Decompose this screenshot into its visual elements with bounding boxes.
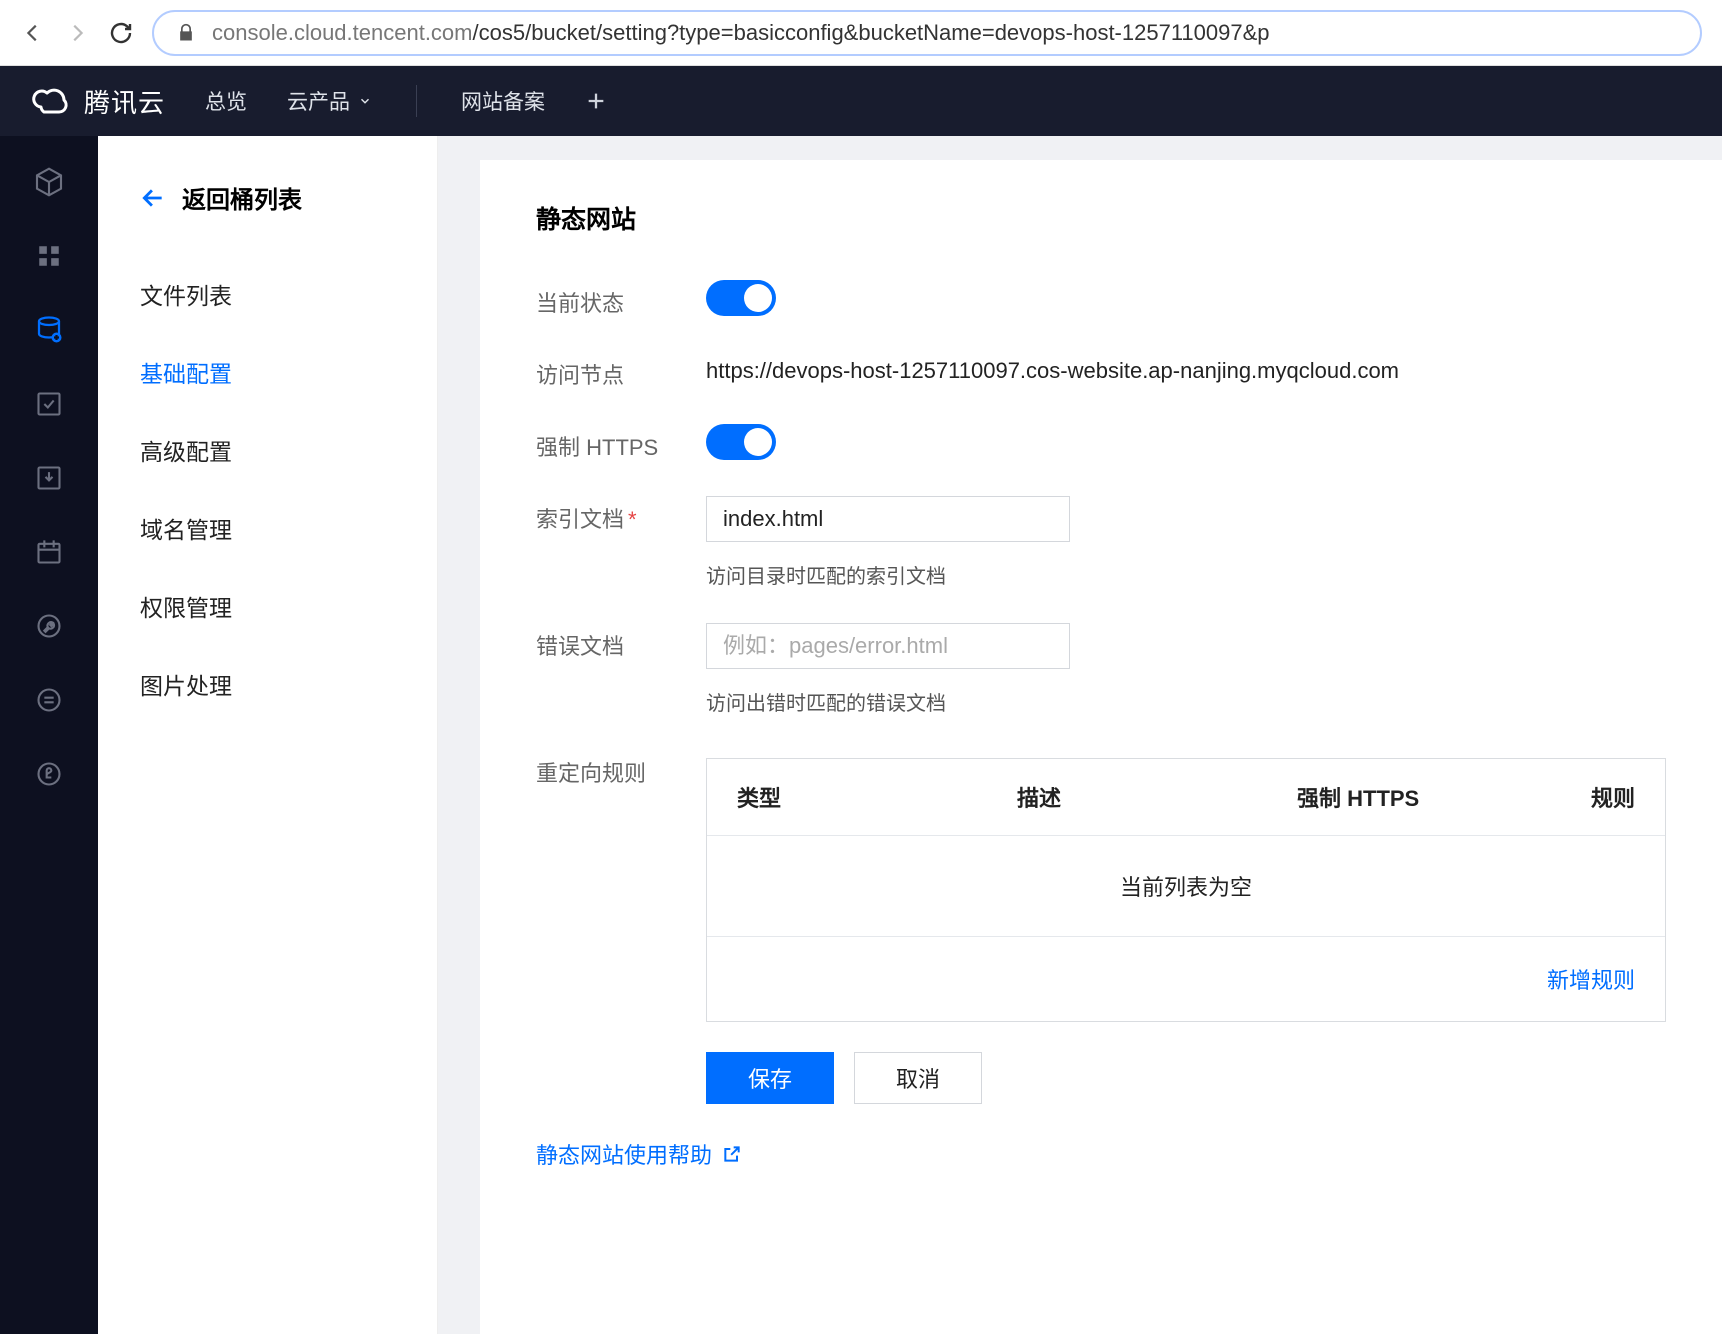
add-shortcut-button[interactable] — [585, 90, 607, 112]
sidebar-item-permissions[interactable]: 权限管理 — [98, 567, 437, 645]
arrow-left-icon — [140, 185, 166, 211]
nav-filing[interactable]: 网站备案 — [461, 86, 545, 116]
back-label: 返回桶列表 — [182, 180, 302, 215]
nav-products[interactable]: 云产品 — [287, 86, 372, 116]
sidebar-item-files[interactable]: 文件列表 — [98, 255, 437, 333]
table-empty-text: 当前列表为空 — [707, 836, 1665, 937]
save-button[interactable]: 保存 — [706, 1052, 834, 1104]
table-header: 类型 描述 强制 HTTPS 规则 — [707, 759, 1665, 836]
browser-address-bar[interactable]: console.cloud.tencent.com/cos5/bucket/se… — [152, 10, 1702, 56]
back-to-buckets[interactable]: 返回桶列表 — [98, 180, 437, 255]
divider — [416, 85, 417, 117]
download-box-icon[interactable] — [33, 462, 65, 494]
chevron-down-icon — [358, 94, 372, 108]
nav-overview[interactable]: 总览 — [205, 86, 247, 116]
app-header: 腾讯云 总览 云产品 网站备案 — [0, 66, 1722, 136]
index-doc-input[interactable] — [706, 496, 1070, 542]
static-website-panel: 静态网站 当前状态 访问节点 https://devops-host-12571… — [480, 160, 1722, 1334]
sidebar-item-advanced-config[interactable]: 高级配置 — [98, 411, 437, 489]
brand[interactable]: 腾讯云 — [30, 81, 165, 121]
content-area: 静态网站 当前状态 访问节点 https://devops-host-12571… — [438, 136, 1722, 1334]
col-type: 类型 — [737, 781, 1017, 813]
brand-name: 腾讯云 — [84, 83, 165, 120]
force-https-toggle[interactable] — [706, 424, 776, 460]
lock-icon — [176, 23, 196, 43]
col-https: 强制 HTTPS — [1297, 781, 1557, 813]
grid-icon[interactable] — [33, 240, 65, 272]
index-doc-label: 索引文档* — [536, 496, 706, 534]
status-label: 当前状态 — [536, 280, 706, 318]
external-link-icon — [722, 1144, 742, 1164]
help-link[interactable]: 静态网站使用帮助 — [536, 1138, 1666, 1170]
cube-icon[interactable] — [33, 166, 65, 198]
wrench-icon[interactable] — [33, 610, 65, 642]
url-text: console.cloud.tencent.com/cos5/bucket/se… — [212, 20, 1270, 46]
browser-forward-button[interactable] — [64, 20, 90, 46]
redirect-rules-table: 类型 描述 强制 HTTPS 规则 当前列表为空 新增规则 — [706, 758, 1666, 1022]
cancel-button[interactable]: 取消 — [854, 1052, 982, 1104]
circle-letter-icon[interactable] — [33, 758, 65, 790]
left-rail — [0, 136, 98, 1334]
browser-reload-button[interactable] — [108, 20, 134, 46]
sidebar-item-domain[interactable]: 域名管理 — [98, 489, 437, 567]
redirect-label: 重定向规则 — [536, 750, 706, 788]
error-doc-label: 错误文档 — [536, 623, 706, 661]
browser-back-button[interactable] — [20, 20, 46, 46]
help-link-text: 静态网站使用帮助 — [536, 1138, 712, 1170]
error-doc-help: 访问出错时匹配的错误文档 — [706, 687, 1070, 716]
status-toggle[interactable] — [706, 280, 776, 316]
bucket-sidebar: 返回桶列表 文件列表 基础配置 高级配置 域名管理 权限管理 图片处理 — [98, 136, 438, 1334]
browser-toolbar: console.cloud.tencent.com/cos5/bucket/se… — [0, 0, 1722, 66]
index-doc-help: 访问目录时匹配的索引文档 — [706, 560, 1070, 589]
force-https-label: 强制 HTTPS — [536, 424, 706, 462]
add-rule-link[interactable]: 新增规则 — [1547, 968, 1635, 993]
col-desc: 描述 — [1017, 781, 1297, 813]
nav-products-label: 云产品 — [287, 86, 350, 116]
brand-logo-icon — [30, 81, 70, 121]
error-doc-input[interactable] — [706, 623, 1070, 669]
panel-title: 静态网站 — [536, 200, 1666, 236]
endpoint-label: 访问节点 — [536, 352, 706, 390]
circle-equal-icon[interactable] — [33, 684, 65, 716]
check-square-icon[interactable] — [33, 388, 65, 420]
sidebar-item-basic-config[interactable]: 基础配置 — [98, 333, 437, 411]
calendar-icon[interactable] — [33, 536, 65, 568]
sidebar-item-image-processing[interactable]: 图片处理 — [98, 645, 437, 723]
bucket-icon[interactable] — [33, 314, 65, 346]
endpoint-value: https://devops-host-1257110097.cos-websi… — [706, 352, 1666, 384]
col-rule: 规则 — [1557, 781, 1635, 813]
